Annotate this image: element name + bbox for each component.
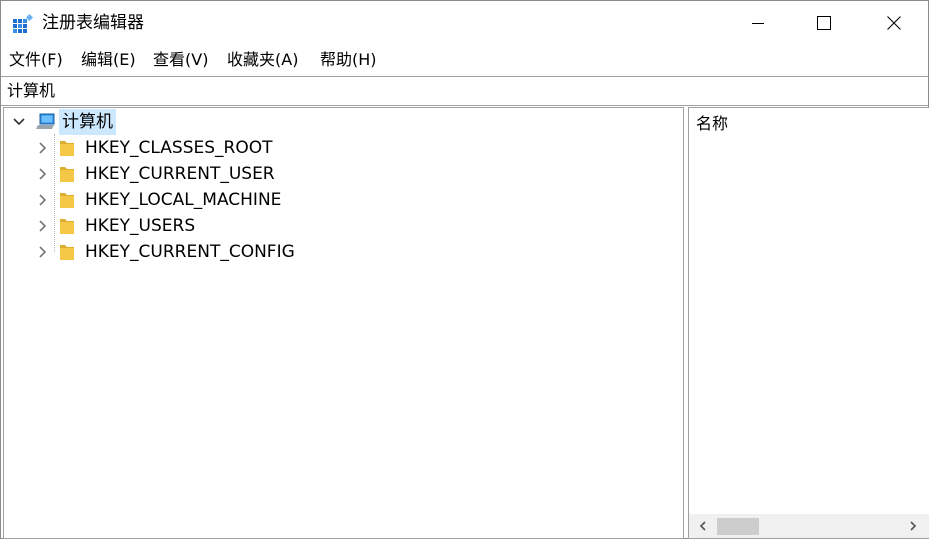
menu-favorites[interactable]: 收藏夹(A) [227,47,298,73]
tree-label-hkey-local-machine: HKEY_LOCAL_MACHINE [85,190,282,210]
close-button[interactable] [871,1,917,45]
tree-label-computer: 计算机 [59,109,116,135]
menu-bar: 文件(F) 编辑(E) 查看(V) 收藏夹(A) 帮助(H) [1,47,928,73]
tree-label-hkey-current-user: HKEY_CURRENT_USER [85,164,275,184]
chevron-right-icon [910,521,917,531]
address-path[interactable]: 计算机 [7,80,55,102]
address-bar[interactable]: 计算机 [1,76,928,106]
scroll-thumb[interactable] [717,518,759,535]
menu-view[interactable]: 查看(V) [153,47,208,73]
chevron-right-icon[interactable] [35,192,51,208]
maximize-button[interactable] [801,1,847,45]
registry-editor-app-icon [13,13,34,33]
window-title: 注册表编辑器 [42,13,144,33]
chevron-right-icon[interactable] [35,166,51,182]
chevron-left-icon [699,521,706,531]
title-bar[interactable]: 注册表编辑器 [1,1,928,45]
folder-icon [60,219,74,234]
chevron-down-icon[interactable] [11,114,27,130]
folder-icon [60,245,74,260]
folder-icon [60,193,74,208]
registry-editor-window: 注册表编辑器 文件(F) 编辑(E) 查看(V) 收藏夹(A) 帮助(H) 计算… [0,0,929,539]
chevron-right-icon[interactable] [35,218,51,234]
computer-icon [36,113,55,129]
column-header-name[interactable]: 名称 [696,113,728,135]
menu-edit[interactable]: 编辑(E) [81,47,136,73]
tree-item-computer[interactable]: 计算机 [4,109,683,135]
horizontal-scrollbar[interactable] [689,514,929,538]
chevron-right-icon[interactable] [35,244,51,260]
menu-file[interactable]: 文件(F) [9,47,63,73]
tree-item-hkey-local-machine[interactable]: HKEY_LOCAL_MACHINE [4,187,683,213]
minimize-button[interactable] [735,1,781,45]
minimize-icon [752,23,764,24]
folder-icon [60,141,74,156]
close-icon [887,16,901,30]
maximize-icon [817,16,831,30]
tree-item-hkey-classes-root[interactable]: HKEY_CLASSES_ROOT [4,135,683,161]
tree-item-hkey-users[interactable]: HKEY_USERS [4,213,683,239]
chevron-right-icon[interactable] [35,140,51,156]
registry-tree-pane[interactable]: 计算机 HKEY_CLASSES_ROOT HKEY_CURRENT_USER [3,107,684,539]
scroll-left-button[interactable] [691,514,715,538]
menu-help[interactable]: 帮助(H) [320,47,377,73]
folder-icon [60,167,74,182]
scroll-right-button[interactable] [901,514,925,538]
tree-item-hkey-current-config[interactable]: HKEY_CURRENT_CONFIG [4,239,683,265]
tree-label-hkey-current-config: HKEY_CURRENT_CONFIG [85,242,295,262]
tree-item-hkey-current-user[interactable]: HKEY_CURRENT_USER [4,161,683,187]
tree-label-hkey-classes-root: HKEY_CLASSES_ROOT [85,138,273,158]
tree-label-hkey-users: HKEY_USERS [85,216,196,236]
values-list-pane[interactable]: 名称 [688,107,929,539]
